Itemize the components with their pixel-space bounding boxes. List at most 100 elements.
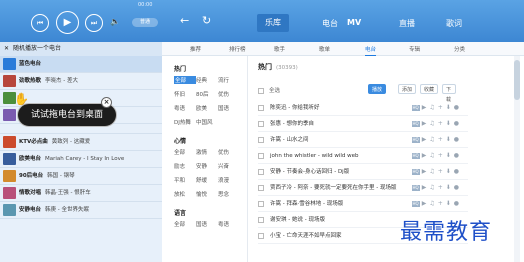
category-item[interactable]: 舒缓 — [196, 176, 218, 184]
song-checkbox[interactable] — [258, 152, 264, 159]
refresh-icon[interactable]: ↻ — [202, 14, 211, 27]
radio-item[interactable]: 安静电台 韩庚 - 全世界失眠 — [0, 202, 162, 219]
song-actions[interactable]: HQ ▶♫+⬇● — [411, 164, 462, 180]
song-checkbox[interactable] — [258, 168, 264, 175]
category-grid: 全部 经典 流行 怀旧 80后 优伤 粤语 欧美 国语 DJ热舞 中国风 — [174, 76, 247, 126]
category-item[interactable]: 80后 — [196, 90, 218, 98]
subtab-radio[interactable]: 电台 — [365, 45, 377, 56]
song-row[interactable]: 张惠 - 想你的季自 HQ ▶♫+⬇● — [258, 116, 468, 132]
song-title: 谢安琪 - 她说 - 现场版 — [270, 217, 325, 223]
song-row[interactable]: 贾西子冷 - 阿奈 - 要死就一定要死在你手里 - 现场版 HQ ▶♫+⬇● — [258, 180, 468, 196]
play-icon: ▶ — [63, 17, 72, 28]
radio-thumb — [3, 186, 16, 199]
close-icon[interactable]: × — [101, 97, 112, 108]
song-checkbox[interactable] — [258, 104, 264, 111]
song-actions[interactable]: HQ ▶♫+⬇● — [411, 196, 462, 212]
song-title: john the whistler - wild wild web — [270, 153, 359, 159]
tab-live[interactable]: 直播 — [399, 18, 415, 29]
song-checkbox[interactable] — [258, 200, 264, 207]
radio-song: 韩晶·王强 - 恨肝车 — [45, 190, 91, 196]
category-item[interactable]: 全部 — [174, 148, 196, 156]
radio-item[interactable]: 情歌对唱 韩晶·王强 - 恨肝车 — [0, 185, 162, 202]
category-item[interactable]: 流行 — [218, 76, 240, 84]
scrollbar-thumb[interactable] — [514, 60, 520, 100]
next-button[interactable]: ⏭ — [85, 14, 103, 32]
category-item[interactable]: DJ热舞 — [174, 118, 196, 126]
list-title-text: 热门 — [258, 63, 272, 71]
category-item[interactable]: 放松 — [174, 190, 196, 198]
song-row[interactable]: 许嵩 - 山水之间 HQ ▶♫+⬇● — [258, 132, 468, 148]
category-item[interactable]: 欧美 — [196, 104, 218, 112]
radio-item[interactable]: 蓝色电台 — [0, 56, 162, 73]
tab-radio[interactable]: 电台 — [322, 18, 338, 29]
volume-icon[interactable]: 🔈 — [110, 17, 120, 26]
select-all[interactable]: 全选 — [258, 86, 280, 94]
watermark: 最需教育 — [400, 220, 493, 245]
song-actions[interactable]: HQ ▶♫+⬇● — [411, 148, 462, 164]
song-checkbox[interactable] — [258, 136, 264, 143]
song-row[interactable]: john the whistler - wild wild web HQ ▶♫+⬇● — [258, 148, 468, 164]
prev-button[interactable]: ⏮ — [31, 14, 49, 32]
subtab-charts[interactable]: 排行榜 — [229, 45, 246, 53]
category-item[interactable]: 激情 — [196, 148, 218, 156]
radio-thumb — [3, 135, 16, 148]
subtab-singers[interactable]: 歌手 — [274, 45, 285, 53]
category-item[interactable]: 怀旧 — [174, 90, 196, 98]
category-item[interactable]: 全部 — [174, 76, 196, 84]
back-arrow-icon[interactable]: ← — [180, 14, 189, 27]
song-row[interactable]: 许嵩 - 拜森·雪谷林地 - 现场版 HQ ▶♫+⬇● — [258, 196, 468, 212]
song-actions[interactable]: HQ ▶♫+⬇● — [411, 180, 462, 196]
category-item[interactable]: 愉悦 — [196, 190, 218, 198]
subtab-playlists[interactable]: 歌单 — [319, 45, 330, 53]
add-button[interactable]: 添加 — [398, 84, 417, 94]
tab-mv[interactable]: MV — [347, 18, 361, 27]
song-title: 许嵩 - 山水之间 — [270, 137, 309, 143]
random-radio-header[interactable]: ✕ 随机播放一个电台 — [0, 42, 162, 56]
radio-song: 李晓杰 - 差大 — [45, 78, 78, 84]
category-item[interactable]: 兴奋 — [218, 162, 240, 170]
song-title: 张惠 - 想你的季自 — [270, 121, 314, 127]
category-item[interactable]: 国语 — [196, 220, 218, 228]
song-checkbox[interactable] — [258, 184, 264, 191]
category-item[interactable]: 经典 — [196, 76, 218, 84]
select-all-checkbox[interactable] — [258, 87, 264, 94]
song-checkbox[interactable] — [258, 120, 264, 127]
song-actions[interactable]: HQ ▶♫+⬇● — [411, 116, 462, 132]
category-item[interactable]: 国语 — [218, 104, 240, 112]
subtab-categories[interactable]: 分类 — [454, 45, 465, 53]
category-panel: 热门 全部 经典 流行 怀旧 80后 优伤 粤语 欧美 国语 DJ热舞 中国风 … — [162, 56, 248, 262]
download-button[interactable]: 下载 — [442, 84, 456, 103]
song-row[interactable]: 安静 - 节奏会-身心话回归 - Dj版 HQ ▶♫+⬇● — [258, 164, 468, 180]
radio-item[interactable]: 欧美电台 Mariah Carey - I Stay In Love — [0, 151, 162, 168]
category-item[interactable]: 优伤 — [218, 90, 240, 98]
category-group-title: 心情 — [174, 138, 187, 145]
category-item[interactable]: 浪漫 — [218, 176, 240, 184]
song-actions[interactable]: HQ ▶♫+⬇● — [411, 100, 462, 116]
tab-lyrics[interactable]: 歌词 — [446, 18, 462, 29]
song-actions[interactable]: HQ ▶♫+⬇● — [411, 132, 462, 148]
category-item[interactable]: 粤语 — [218, 220, 240, 228]
play-all-button[interactable]: 播放 — [368, 84, 387, 94]
radio-song: 韩庚 - 全世界失眠 — [45, 207, 89, 213]
category-item[interactable]: 安静 — [196, 162, 218, 170]
category-item[interactable]: 全部 — [174, 220, 196, 228]
radio-item[interactable]: 90后电台 韩国 - 钢琴 — [0, 168, 162, 185]
song-row[interactable]: 陈奕迅 - 你给我听好 HQ ▶♫+⬇● — [258, 100, 468, 116]
tab-music-library[interactable]: 乐库 — [257, 14, 289, 32]
subtab-albums[interactable]: 专辑 — [409, 45, 420, 53]
radio-thumb — [3, 169, 16, 182]
radio-item[interactable]: KTV必点曲 黄致列 - 这藏爱 — [0, 134, 162, 151]
quality-selector[interactable]: 普通 — [132, 18, 158, 27]
category-item[interactable]: 平和 — [174, 176, 196, 184]
category-item[interactable]: 励志 — [174, 162, 196, 170]
play-button[interactable]: ▶ — [56, 11, 79, 34]
song-checkbox[interactable] — [258, 216, 264, 223]
song-checkbox[interactable] — [258, 232, 264, 239]
category-item[interactable]: 中国风 — [196, 118, 218, 126]
subtab-recommend[interactable]: 推荐 — [190, 45, 201, 53]
category-item[interactable]: 优伤 — [218, 148, 240, 156]
category-item[interactable]: 思念 — [218, 190, 240, 198]
category-item[interactable]: 粤语 — [174, 104, 196, 112]
collect-button[interactable]: 收藏 — [420, 84, 439, 94]
radio-item[interactable]: 劲歌热歌 李晓杰 - 差大 — [0, 73, 162, 90]
